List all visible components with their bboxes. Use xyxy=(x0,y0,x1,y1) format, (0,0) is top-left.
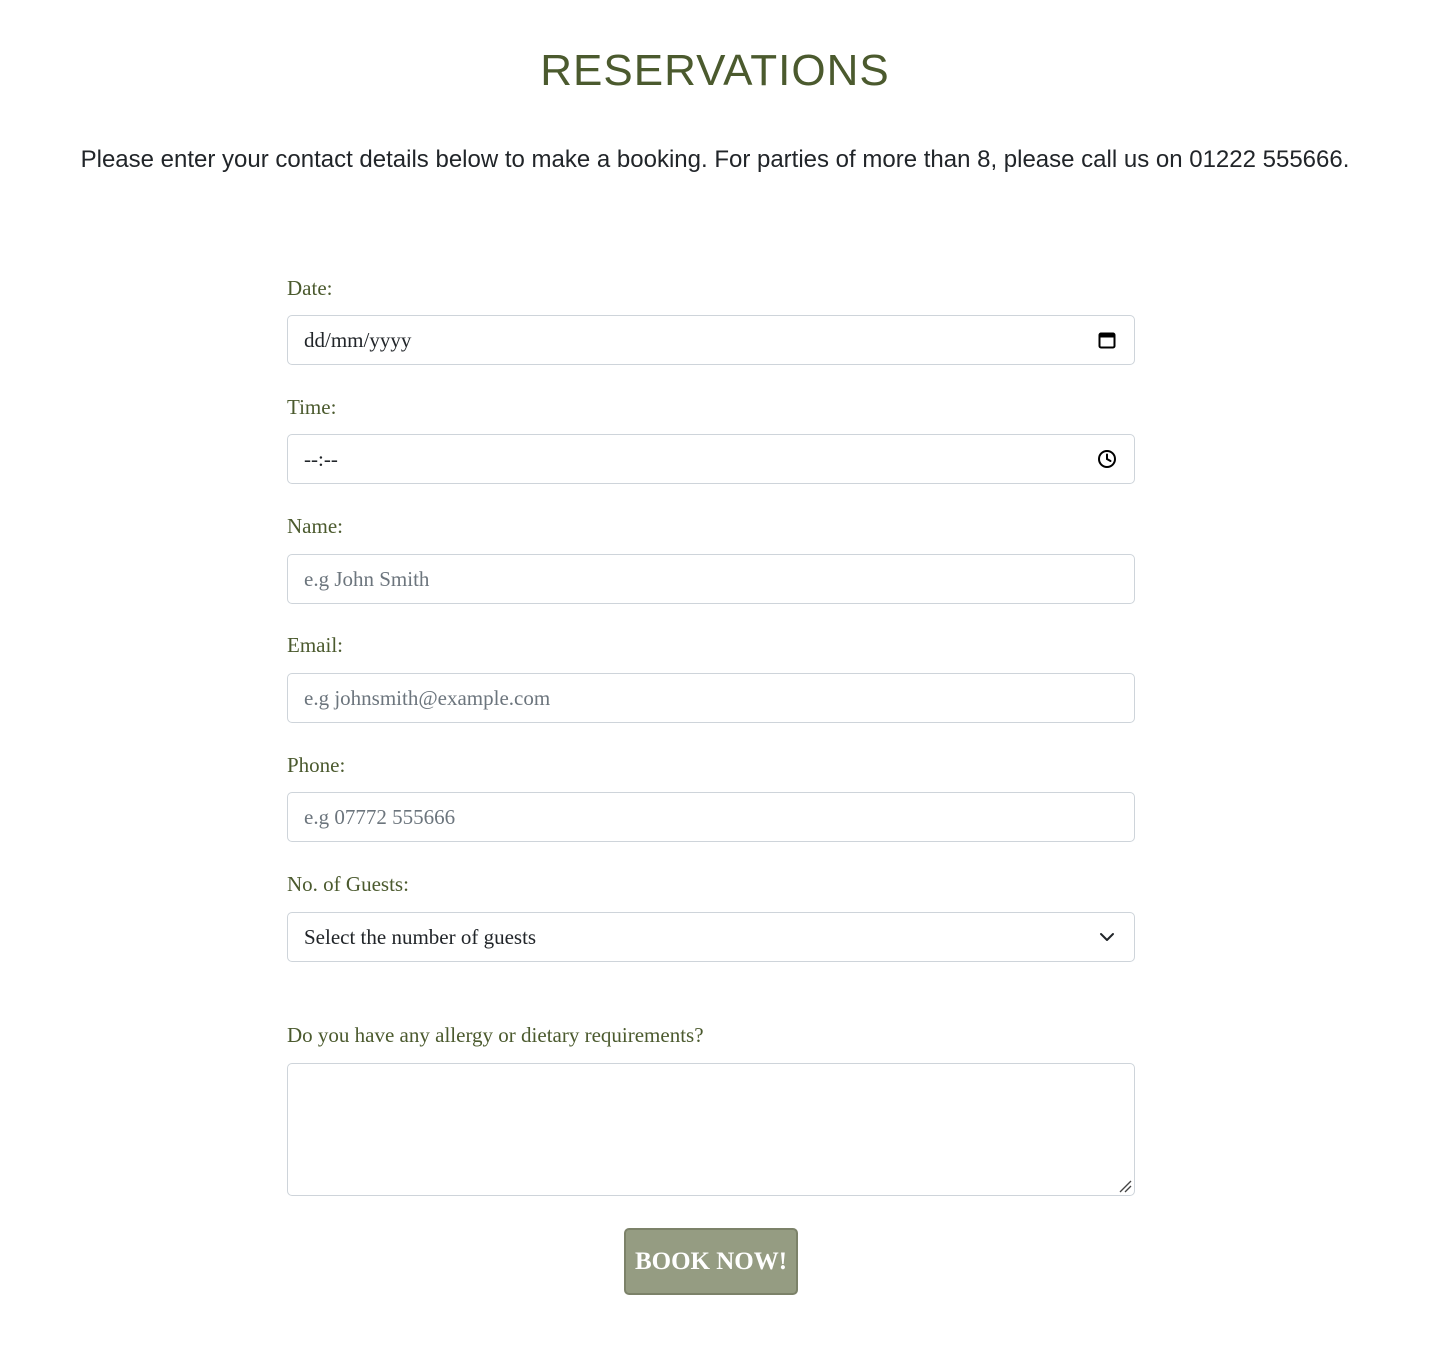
email-placeholder: e.g johnsmith@example.com xyxy=(304,685,551,710)
name-label: Name: xyxy=(287,514,343,538)
time-label: Time: xyxy=(287,395,337,419)
date-input[interactable]: dd/mm/yyyy xyxy=(287,315,1135,365)
intro-text: Please enter your contact details below … xyxy=(80,146,1350,173)
date-label: Date: xyxy=(287,276,333,300)
resize-handle-icon[interactable] xyxy=(1118,1179,1132,1193)
phone-label: Phone: xyxy=(287,753,346,777)
clock-icon[interactable] xyxy=(1096,448,1118,470)
dietary-label: Do you have any allergy or dietary requi… xyxy=(287,1023,704,1047)
page-title: RESERVATIONS xyxy=(540,46,890,95)
name-placeholder: e.g John Smith xyxy=(304,566,430,591)
chevron-down-icon[interactable] xyxy=(1096,926,1118,948)
time-value: --:-- xyxy=(304,446,338,471)
book-now-button[interactable]: BOOK NOW! xyxy=(624,1228,798,1295)
calendar-icon[interactable] xyxy=(1096,329,1118,351)
phone-placeholder: e.g 07772 555666 xyxy=(304,804,456,829)
guests-label: No. of Guests: xyxy=(287,872,409,896)
phone-input[interactable]: e.g 07772 555666 xyxy=(287,792,1135,842)
email-label: Email: xyxy=(287,633,343,657)
guests-selected-value: Select the number of guests xyxy=(304,924,537,949)
date-value: dd/mm/yyyy xyxy=(304,327,412,352)
dietary-textarea[interactable] xyxy=(287,1063,1135,1196)
guests-select[interactable]: Select the number of guests xyxy=(287,912,1135,962)
time-input[interactable]: --:-- xyxy=(287,434,1135,484)
name-input[interactable]: e.g John Smith xyxy=(287,554,1135,604)
email-input[interactable]: e.g johnsmith@example.com xyxy=(287,673,1135,723)
